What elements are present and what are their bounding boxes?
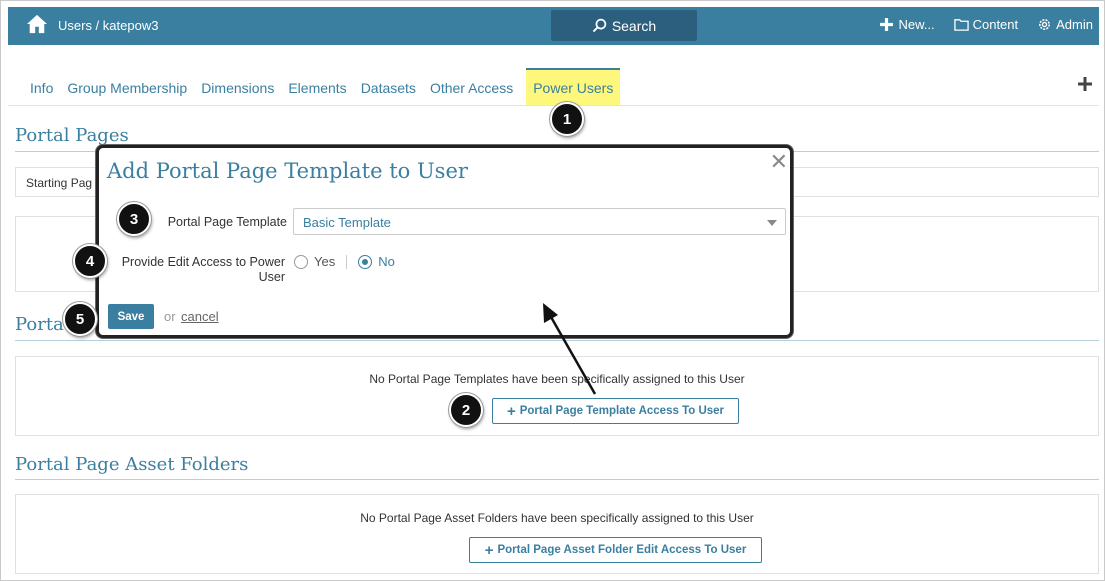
add-template-dialog: Add Portal Page Template to User ✕ Porta… — [96, 145, 793, 338]
starting-page-label: Starting Pag — [26, 176, 93, 190]
radio-yes[interactable] — [294, 254, 308, 269]
search-button[interactable]: Search — [551, 10, 697, 41]
tab-elements[interactable]: Elements — [288, 68, 353, 106]
admin-label: Admin — [1056, 17, 1093, 32]
plus-icon: + — [506, 402, 516, 420]
template-field-label: Portal Page Template — [167, 215, 287, 229]
user-tabs: Info Group Membership Dimensions Element… — [30, 68, 627, 106]
search-label: Search — [611, 17, 657, 34]
callout-5: 5 — [63, 302, 97, 336]
callout-1: 1 — [550, 102, 584, 136]
tab-dimensions[interactable]: Dimensions — [201, 68, 281, 106]
content-menu[interactable]: Content — [953, 17, 1019, 32]
radio-separator — [346, 254, 348, 269]
add-asset-folder-access-label: Portal Page Asset Folder Edit Access To … — [497, 544, 747, 556]
admin-menu[interactable]: Admin — [1037, 17, 1093, 32]
close-icon[interactable]: ✕ — [770, 151, 788, 173]
new-menu[interactable]: New... — [879, 17, 935, 32]
templates-empty-message: No Portal Page Templates have been speci… — [369, 372, 745, 386]
edit-access-label-line2: User — [258, 270, 285, 284]
callout-3: 3 — [117, 202, 151, 236]
or-text: or — [164, 309, 176, 324]
app-window: Users / katepow3 Search New... Content A… — [0, 0, 1105, 581]
home-icon[interactable] — [26, 14, 48, 34]
plus-icon: + — [484, 541, 494, 559]
callout-4: 4 — [73, 244, 107, 278]
edit-access-radio-group: Yes No — [294, 254, 395, 269]
search-icon — [592, 18, 607, 33]
section-rule — [15, 340, 1099, 341]
portal-pages-heading: Portal Pages — [15, 125, 129, 146]
template-select-value: Basic Template — [303, 215, 391, 230]
section-rule — [15, 479, 1099, 480]
add-asset-folder-access-button[interactable]: + Portal Page Asset Folder Edit Access T… — [469, 537, 762, 563]
tab-power-users[interactable]: Power Users — [526, 68, 621, 106]
radio-no-label[interactable]: No — [378, 254, 395, 269]
add-template-access-label: Portal Page Template Access To User — [519, 405, 725, 417]
folder-icon — [953, 19, 969, 31]
template-select[interactable]: Basic Template — [293, 208, 786, 235]
tab-group-membership[interactable]: Group Membership — [67, 68, 194, 106]
chevron-down-icon — [767, 220, 777, 226]
tab-datasets[interactable]: Datasets — [361, 68, 423, 106]
portal-templates-box: No Portal Page Templates have been speci… — [15, 356, 1099, 436]
content-label: Content — [972, 17, 1019, 32]
portal-templates-heading: Porta — [15, 314, 64, 335]
top-nav-bar: Users / katepow3 Search New... Content A… — [8, 7, 1099, 45]
asset-folders-heading: Portal Page Asset Folders — [15, 454, 249, 475]
breadcrumb[interactable]: Users / katepow3 — [58, 18, 158, 33]
save-button[interactable]: Save — [108, 304, 154, 329]
radio-no[interactable] — [358, 254, 373, 269]
gear-icon — [1039, 19, 1051, 30]
tab-info[interactable]: Info — [30, 68, 60, 106]
tab-divider — [8, 105, 1099, 106]
asset-folders-box: No Portal Page Asset Folders have been s… — [15, 494, 1099, 574]
tab-other-access[interactable]: Other Access — [430, 68, 520, 106]
cancel-link[interactable]: cancel — [181, 309, 219, 324]
edit-access-label: Provide Edit Access to Power User — [109, 255, 285, 285]
add-template-access-button[interactable]: + Portal Page Template Access To User — [492, 398, 739, 424]
new-label: New... — [898, 17, 935, 32]
dialog-title: Add Portal Page Template to User — [107, 159, 468, 183]
callout-2: 2 — [449, 393, 483, 427]
nav-right-menu: New... Content Admin — [879, 17, 1093, 32]
edit-access-label-line1: Provide Edit Access to Power — [121, 255, 285, 269]
asset-folders-empty-message: No Portal Page Asset Folders have been s… — [360, 511, 754, 525]
radio-yes-label[interactable]: Yes — [314, 254, 335, 269]
add-tab-plus-icon[interactable] — [1078, 77, 1092, 91]
plus-icon — [880, 18, 894, 31]
